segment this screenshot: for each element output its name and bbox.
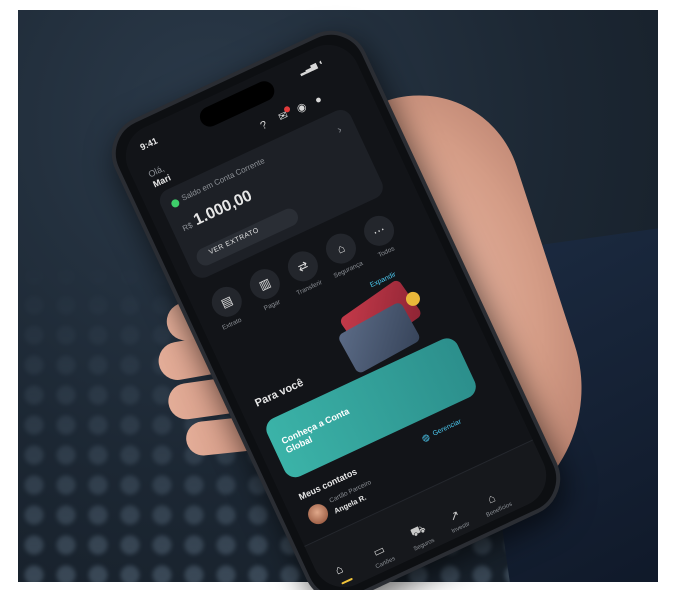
action-extrato-label: Extrato: [221, 316, 243, 332]
avatar[interactable]: [304, 500, 332, 528]
signal-icon: ▂▃▅ ◖: [297, 57, 325, 77]
balance-label: Saldo em Conta Corrente: [180, 156, 267, 203]
card-icon[interactable]: ▭: [371, 542, 387, 559]
action-extrato-button[interactable]: ▤: [206, 281, 247, 322]
status-dot-icon: [170, 198, 181, 209]
chart-icon[interactable]: ↗: [447, 507, 462, 524]
home-icon[interactable]: ⌂: [333, 562, 345, 578]
active-indicator: [341, 577, 353, 585]
profile-icon[interactable]: ●: [313, 93, 324, 107]
section-for-you-title: Para você: [253, 376, 306, 410]
status-time: 9:41: [138, 135, 160, 153]
help-icon[interactable]: ?: [259, 119, 270, 132]
photo-frame: 9:41 ▂▃▅ ◖ Olá, Mari ? ✉ ◉ ● Saldo em Co…: [0, 0, 676, 590]
bank-icon[interactable]: ⌂: [485, 491, 497, 507]
chevron-right-icon[interactable]: ›: [335, 124, 343, 136]
action-todos-label: Todos: [377, 245, 396, 260]
eye-icon[interactable]: ◉: [295, 101, 309, 116]
promo-title: Conheça a Conta Global: [279, 405, 351, 456]
action-pagar-label: Pagar: [262, 298, 282, 313]
notifications-icon[interactable]: ✉: [277, 109, 290, 124]
currency-symbol: R$: [181, 220, 195, 234]
action-transferir-label: Transferir: [295, 279, 324, 298]
statement-button-label: VER EXTRATO: [208, 226, 261, 257]
contacts-link[interactable]: Gerenciar: [432, 418, 463, 437]
manage-icon[interactable]: ◍: [420, 431, 431, 443]
car-icon[interactable]: ⛟: [408, 521, 428, 542]
